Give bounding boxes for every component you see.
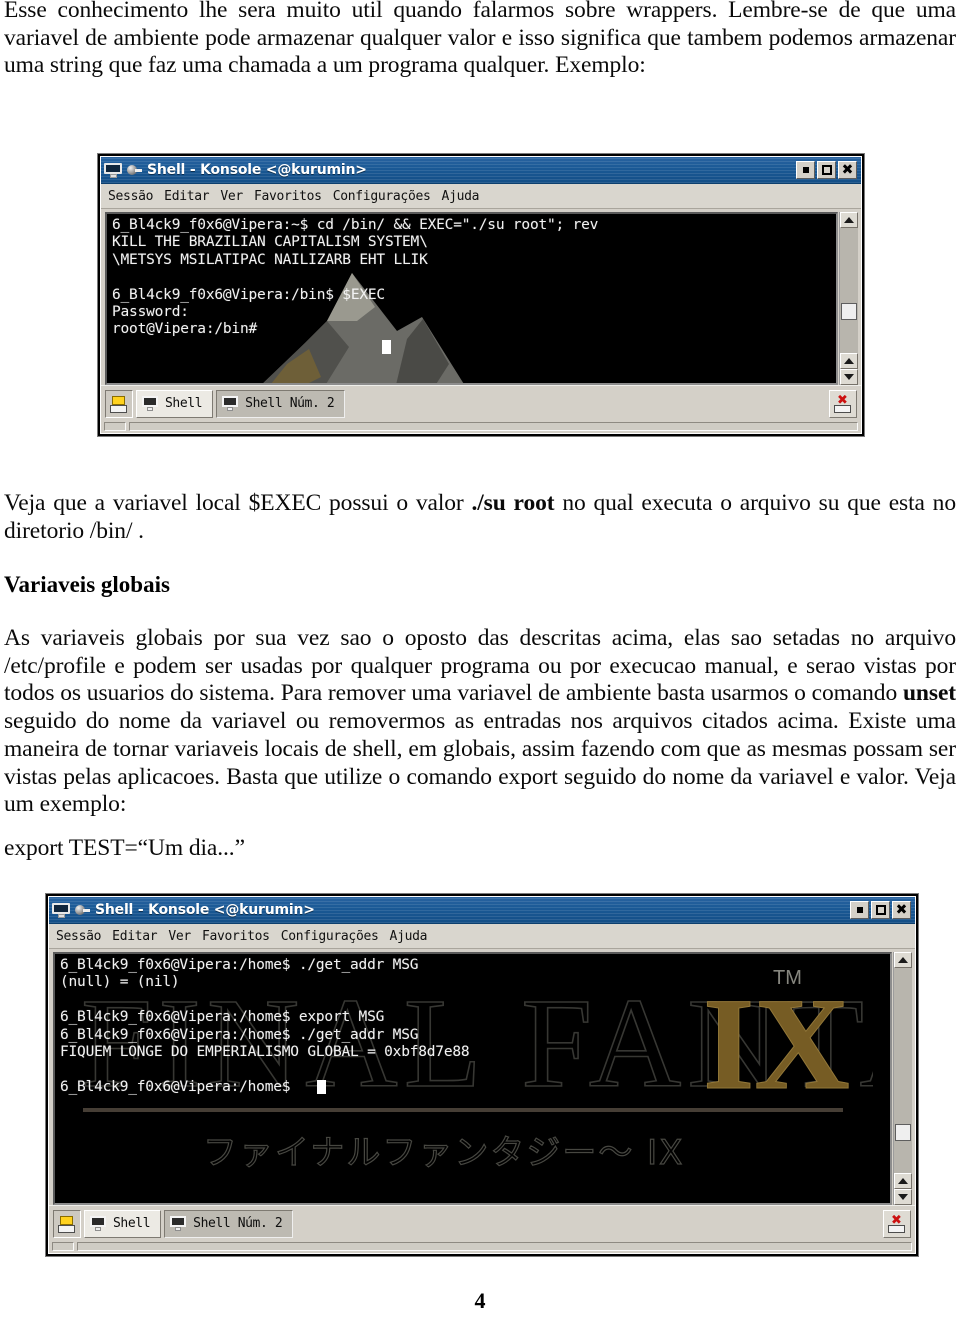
- new-session-icon: [109, 395, 129, 413]
- close-session-button[interactable]: ✖: [829, 389, 857, 418]
- scroll-track[interactable]: [894, 968, 912, 1173]
- terminal-1-text: 6_Bl4ck9_f0x6@Vipera:~$ cd /bin/ && EXEC…: [112, 217, 599, 338]
- statusbar-1-cell-left: [104, 422, 126, 431]
- menubar-2: Sessão Editar Ver Favoritos Configuraçõe…: [49, 924, 915, 949]
- window-title-2: Shell - Konsole <@kurumin>: [95, 902, 315, 918]
- scroll-up-button-2[interactable]: [894, 1173, 912, 1189]
- close-button[interactable]: ✖: [892, 901, 911, 919]
- menu-item-configuracoes[interactable]: Configurações: [333, 189, 431, 204]
- tabbar-1: Shell Shell Núm. 2 ✖: [101, 385, 861, 421]
- tab-shell-num-2[interactable]: Shell Núm. 2: [164, 1209, 294, 1238]
- paragraph-globais-part2: seguido do nome da variavel ou removermo…: [4, 708, 956, 818]
- pin-icon[interactable]: [74, 903, 90, 918]
- page-number: 4: [474, 1288, 486, 1313]
- statusbar-1: [101, 421, 861, 433]
- tab-shell[interactable]: Shell: [84, 1209, 162, 1238]
- minimize-button[interactable]: [796, 161, 815, 179]
- menu-item-ver[interactable]: Ver: [220, 189, 243, 204]
- svg-text:ファイナルファンタジー～ IX: ファイナルファンタジー～ IX: [203, 1133, 684, 1173]
- menu-item-ajuda[interactable]: Ajuda: [390, 929, 428, 944]
- menu-item-editar[interactable]: Editar: [112, 929, 157, 944]
- terminal-icon: [142, 396, 159, 411]
- menu-item-sessao[interactable]: Sessão: [108, 189, 153, 204]
- close-button[interactable]: ✖: [838, 161, 857, 179]
- paragraph-export-example: export TEST=“Um dia...”: [4, 835, 956, 863]
- monitor-icon: [52, 902, 71, 918]
- pin-icon[interactable]: [126, 163, 142, 178]
- monitor-icon: [104, 162, 123, 178]
- menu-item-ver[interactable]: Ver: [168, 929, 191, 944]
- menu-item-sessao[interactable]: Sessão: [56, 929, 101, 944]
- paragraph-export-text: export TEST=“Um dia...”: [4, 835, 245, 861]
- konsole-window-2-body: Shell - Konsole <@kurumin> ✖ Sessão Edit…: [48, 896, 916, 1254]
- window-buttons-1: ✖: [796, 161, 859, 179]
- tab-shell-num-2-label: Shell Núm. 2: [193, 1216, 283, 1231]
- scroll-thumb[interactable]: [841, 303, 857, 320]
- paragraph-exec-part1: Veja que a variavel local $EXEC possui o…: [4, 490, 472, 516]
- titlebar-2[interactable]: Shell - Konsole <@kurumin> ✖: [49, 897, 915, 924]
- scroll-thumb[interactable]: [895, 1123, 911, 1141]
- tab-shell[interactable]: Shell: [136, 389, 214, 418]
- tab-shell-num-2-label: Shell Núm. 2: [245, 396, 335, 411]
- terminal-2-screen[interactable]: FINAL FANTASY IX TM ファイナルファンタジー～ IX 6_Bl…: [53, 952, 892, 1205]
- paragraph-globais-bold: unset: [902, 680, 956, 707]
- statusbar-2-cell-main: [77, 1242, 912, 1251]
- close-session-icon: ✖: [887, 1214, 907, 1233]
- terminal-2-scrollbar[interactable]: [893, 952, 912, 1205]
- menu-item-favoritos[interactable]: Favoritos: [202, 929, 270, 944]
- scroll-down-button[interactable]: [894, 1189, 912, 1205]
- maximize-button[interactable]: [817, 161, 836, 179]
- paragraph-exec-bold: ./su root: [471, 490, 555, 516]
- maximize-button[interactable]: [871, 901, 890, 919]
- paragraph-intro-text: Esse conhecimento lhe sera muito util qu…: [4, 0, 956, 79]
- statusbar-1-cell-main: [129, 422, 858, 431]
- close-session-button[interactable]: ✖: [883, 1209, 911, 1238]
- konsole-window-1[interactable]: Shell - Konsole <@kurumin> ✖ Sessão Edit…: [98, 154, 864, 436]
- menu-item-ajuda[interactable]: Ajuda: [442, 189, 480, 204]
- terminal-icon: [222, 396, 239, 411]
- tabbar-2: Shell Shell Núm. 2 ✖: [49, 1205, 915, 1241]
- paragraph-globais: As variaveis globais por sua vez sao o o…: [4, 625, 956, 819]
- new-session-button[interactable]: [53, 1209, 81, 1238]
- tab-shell-label: Shell: [113, 1216, 151, 1231]
- new-session-icon: [57, 1215, 77, 1233]
- menu-item-editar[interactable]: Editar: [164, 189, 209, 204]
- tab-shell-num-2[interactable]: Shell Núm. 2: [216, 389, 346, 418]
- paragraph-globais-part1: As variaveis globais por sua vez sao o o…: [4, 625, 956, 707]
- terminal-2-area: FINAL FANTASY IX TM ファイナルファンタジー～ IX 6_Bl…: [49, 949, 915, 1205]
- statusbar-2: [49, 1241, 915, 1253]
- window-buttons-2: ✖: [850, 901, 913, 919]
- terminal-1-area: 6_Bl4ck9_f0x6@Vipera:~$ cd /bin/ && EXEC…: [101, 209, 861, 385]
- scroll-up-button[interactable]: [894, 952, 912, 968]
- menu-item-configuracoes[interactable]: Configurações: [281, 929, 379, 944]
- document-page: Esse conhecimento lhe sera muito util qu…: [0, 0, 960, 1337]
- close-session-icon: ✖: [833, 394, 853, 413]
- new-session-button[interactable]: [105, 389, 133, 418]
- paragraph-intro: Esse conhecimento lhe sera muito util qu…: [4, 0, 956, 80]
- terminal-1-cursor: [382, 340, 391, 354]
- menu-item-favoritos[interactable]: Favoritos: [254, 189, 322, 204]
- heading-variaveis-globais: Variaveis globais: [4, 572, 170, 597]
- terminal-icon: [90, 1216, 107, 1231]
- terminal-1-screen[interactable]: 6_Bl4ck9_f0x6@Vipera:~$ cd /bin/ && EXEC…: [105, 212, 838, 385]
- minimize-button[interactable]: [850, 901, 869, 919]
- window-title-1: Shell - Konsole <@kurumin>: [147, 162, 367, 178]
- menubar-1: Sessão Editar Ver Favoritos Configuraçõe…: [101, 184, 861, 209]
- terminal-1-scrollbar[interactable]: [839, 212, 858, 385]
- tab-shell-label: Shell: [165, 396, 203, 411]
- paragraph-exec: Veja que a variavel local $EXEC possui o…: [4, 490, 956, 545]
- konsole-window-2[interactable]: Shell - Konsole <@kurumin> ✖ Sessão Edit…: [46, 894, 918, 1256]
- statusbar-2-cell-left: [52, 1242, 74, 1251]
- terminal-icon: [170, 1216, 187, 1231]
- terminal-2-text: 6_Bl4ck9_f0x6@Vipera:/home$ ./get_addr M…: [60, 957, 470, 1095]
- konsole-window-1-body: Shell - Konsole <@kurumin> ✖ Sessão Edit…: [100, 156, 862, 434]
- scroll-up-button[interactable]: [840, 212, 858, 228]
- terminal-2-cursor: [317, 1080, 326, 1094]
- scroll-down-button[interactable]: [840, 369, 858, 385]
- scroll-up-button-2[interactable]: [840, 353, 858, 369]
- titlebar-1[interactable]: Shell - Konsole <@kurumin> ✖: [101, 157, 861, 184]
- scroll-track[interactable]: [840, 228, 858, 353]
